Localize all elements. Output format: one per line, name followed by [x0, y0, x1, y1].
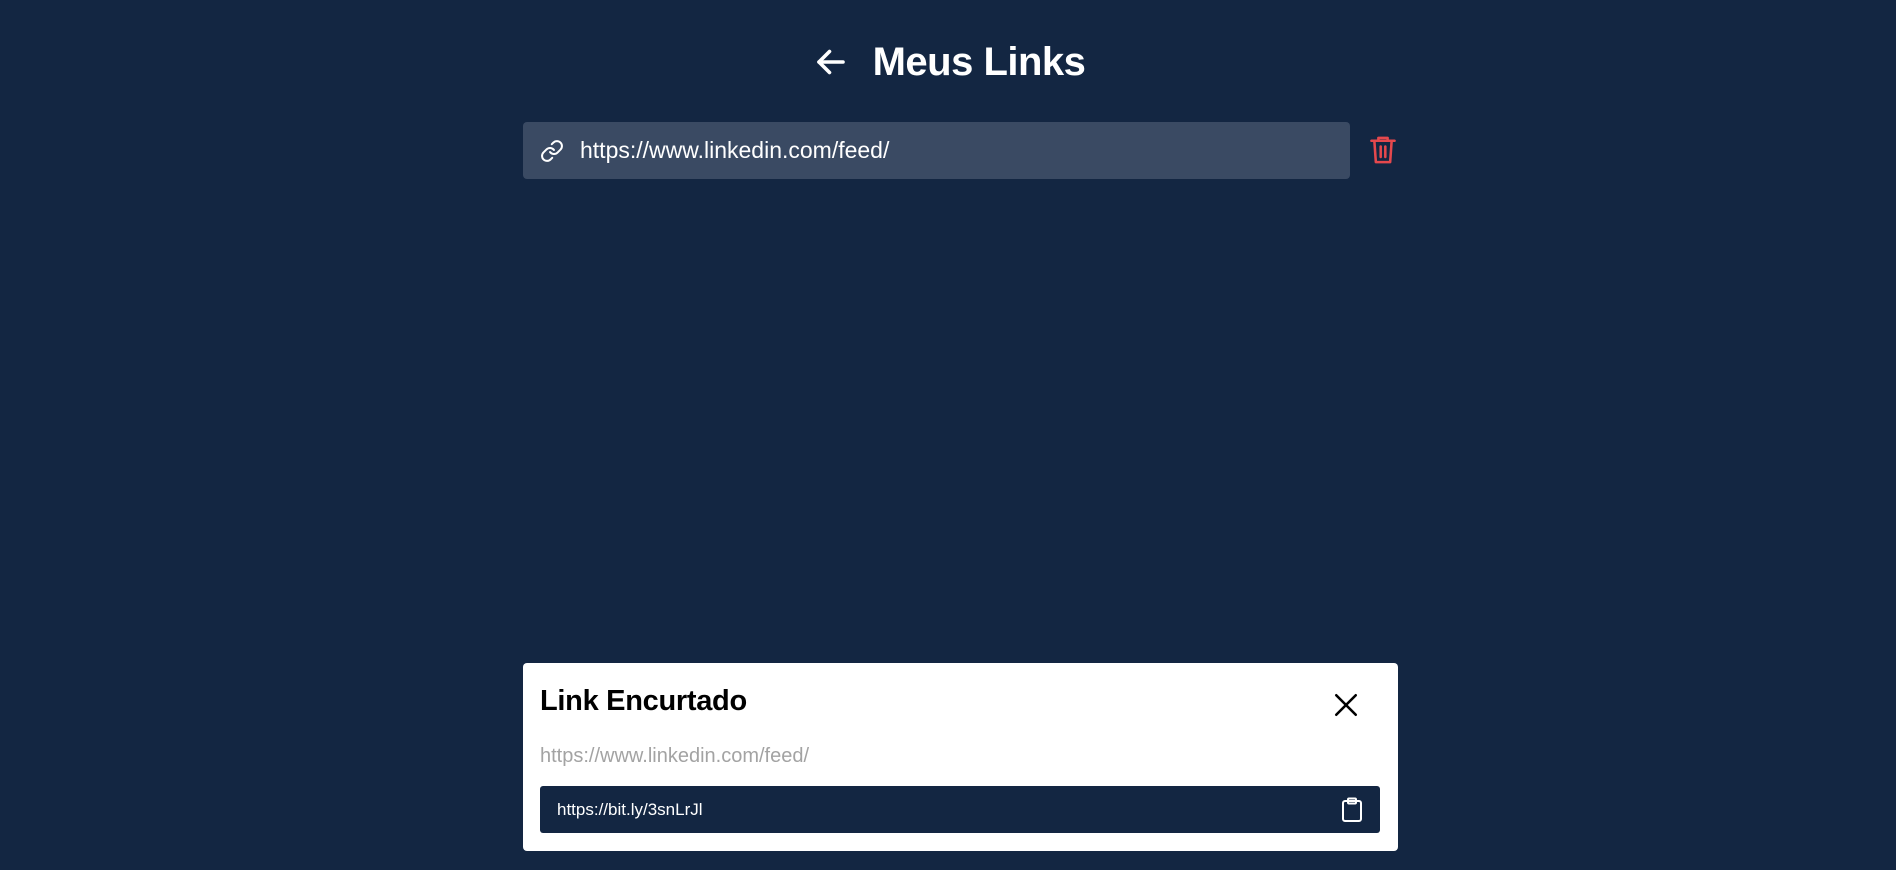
short-url-field[interactable]: https://bit.ly/3snLrJl [540, 786, 1380, 833]
close-modal-button[interactable] [1328, 687, 1364, 723]
page-title: Meus Links [872, 39, 1086, 84]
clipboard-icon [1342, 797, 1362, 822]
back-button[interactable] [811, 42, 851, 82]
link-list-item[interactable]: https://www.linkedin.com/feed/ [523, 122, 1350, 179]
short-url: https://bit.ly/3snLrJl [557, 799, 703, 819]
header: Meus Links [0, 34, 1896, 90]
page: Meus Links https://www.linkedin.com/feed… [0, 0, 1896, 870]
link-icon [540, 139, 564, 163]
short-link-modal: Link Encurtado https://www.linkedin.com/… [523, 663, 1398, 851]
original-url: https://www.linkedin.com/feed/ [540, 745, 810, 767]
modal-title: Link Encurtado [540, 685, 747, 717]
close-icon [1334, 693, 1358, 717]
trash-icon [1370, 136, 1396, 164]
arrow-left-icon [816, 49, 845, 75]
copy-button[interactable] [1338, 795, 1366, 825]
delete-link-button[interactable] [1368, 134, 1398, 166]
link-url: https://www.linkedin.com/feed/ [580, 137, 890, 163]
